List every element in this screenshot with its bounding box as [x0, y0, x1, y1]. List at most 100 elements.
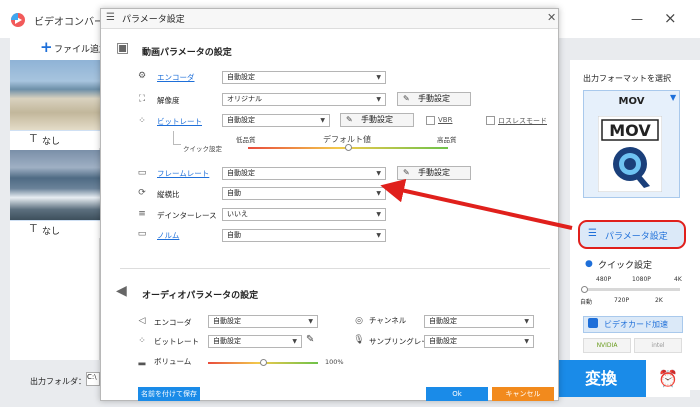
- cancel-button[interactable]: キャンセル: [492, 387, 554, 401]
- quick-setting-label: クイック設定: [598, 261, 653, 271]
- pencil-icon: ✎: [403, 94, 410, 103]
- subtitle-row[interactable]: T なし: [10, 130, 100, 148]
- close-icon[interactable]: ×: [664, 9, 677, 27]
- chevron-down-icon: ▼: [376, 211, 381, 218]
- low-quality-label: 低品質: [236, 136, 256, 144]
- volume-thumb[interactable]: [259, 359, 267, 366]
- quick-setting-thumb[interactable]: [581, 286, 588, 293]
- audio-bitrate-label: ビットレート: [154, 337, 199, 346]
- chevron-down-icon: ▼: [524, 318, 529, 325]
- text-icon: T: [30, 132, 37, 145]
- monitor-icon: ▭: [137, 229, 147, 239]
- ok-button[interactable]: Ok: [426, 387, 488, 401]
- video-encoder-select[interactable]: 自動設定 ▼: [222, 71, 386, 84]
- lossless-checkbox[interactable]: [486, 116, 495, 125]
- chevron-down-icon: ▼: [376, 170, 381, 177]
- quick-tick: 720P: [614, 297, 630, 304]
- parameter-settings-label: パラメータ設定: [605, 232, 668, 242]
- section-divider: [120, 268, 550, 269]
- chevron-down-icon: ▼: [292, 338, 297, 345]
- pencil-icon[interactable]: ✎: [306, 334, 314, 345]
- vbr-label[interactable]: VBR: [438, 116, 452, 124]
- norm-label[interactable]: ノルム: [157, 230, 179, 241]
- bitrate-manual-button[interactable]: ✎ 手動設定: [340, 113, 414, 127]
- minimize-icon[interactable]: —: [631, 12, 643, 26]
- dialog-close-icon[interactable]: ✕: [547, 11, 556, 24]
- volume-icon: ▂: [138, 356, 146, 366]
- quick-tick: 自動: [580, 299, 593, 306]
- framerate-icon: ▭: [137, 168, 147, 178]
- sliders-icon: ☰: [588, 228, 597, 239]
- aspect-ratio-icon: ⟳: [138, 188, 146, 198]
- aspect-ratio-select[interactable]: 自動 ▼: [222, 187, 386, 200]
- deinterlace-select[interactable]: いいえ ▼: [222, 208, 386, 221]
- video-thumbnail[interactable]: [10, 60, 100, 130]
- deinterlace-label: デインターレース: [157, 211, 217, 220]
- mov-icon-text: MOV: [609, 121, 651, 140]
- plus-icon[interactable]: +: [40, 38, 53, 56]
- framerate-select[interactable]: 自動設定 ▼: [222, 167, 386, 180]
- video-thumbnail[interactable]: [10, 150, 100, 220]
- channel-icon: ◎: [355, 316, 363, 326]
- gpu-icon: [588, 318, 598, 328]
- app-title: ビデオコンバー: [34, 17, 104, 28]
- encoder-icon: ⚙: [137, 71, 147, 81]
- resolution-manual-button[interactable]: ✎ 手動設定: [397, 92, 471, 106]
- chevron-down-icon[interactable]: ▼: [670, 93, 676, 102]
- intel-logo: intel: [634, 338, 682, 353]
- channel-select[interactable]: 自動設定 ▼: [424, 315, 534, 328]
- lossless-label[interactable]: ロスレスモード: [498, 116, 547, 126]
- save-as-button[interactable]: 名前を付けて保存: [138, 387, 200, 401]
- format-name: MOV: [618, 96, 645, 107]
- output-folder-input[interactable]: C:\: [86, 372, 100, 386]
- quick-tick: 480P: [596, 276, 612, 283]
- tree-connector: [173, 131, 181, 145]
- resolution-select[interactable]: オリジナル ▼: [222, 93, 386, 106]
- nvidia-logo: NVIDIA: [583, 338, 631, 353]
- audio-bitrate-icon: ⁘: [138, 336, 146, 346]
- chevron-down-icon: ▼: [376, 190, 381, 197]
- resolution-icon: ⛶: [138, 94, 146, 104]
- dialog-title: パラメータ設定: [122, 15, 185, 25]
- deinterlace-icon: ≡: [138, 209, 146, 219]
- mov-format-icon: MOV: [598, 116, 662, 192]
- audio-bitrate-select[interactable]: 自動設定 ▼: [208, 335, 302, 348]
- output-folder-label: 出力フォルダ：: [30, 377, 86, 386]
- video-bitrate-label[interactable]: ビットレート: [157, 116, 202, 127]
- convert-button[interactable]: 変換: [556, 360, 646, 397]
- video-settings-icon: ▣: [116, 40, 130, 56]
- chevron-down-icon: ▼: [524, 338, 529, 345]
- video-section-title: 動画パラメータの設定: [142, 48, 232, 58]
- norm-select[interactable]: 自動 ▼: [222, 229, 386, 242]
- bitrate-icon: ⁘: [138, 116, 146, 126]
- chevron-down-icon: ▼: [376, 232, 381, 239]
- vbr-checkbox[interactable]: [426, 116, 435, 125]
- chevron-down-icon: ▼: [376, 96, 381, 103]
- subtitle-label: なし: [42, 227, 61, 237]
- quick-setting-slider[interactable]: [584, 288, 680, 291]
- pencil-icon: ✎: [346, 115, 353, 124]
- audio-settings-icon: ◀: [116, 283, 127, 299]
- video-quality-thumb[interactable]: [344, 144, 352, 151]
- subtitle-label: なし: [42, 137, 61, 147]
- video-bitrate-select[interactable]: 自動設定 ▼: [222, 114, 330, 127]
- samplerate-select[interactable]: 自動設定 ▼: [424, 335, 534, 348]
- volume-value: 100%: [325, 358, 344, 366]
- channel-label: チャンネル: [369, 316, 407, 325]
- alarm-clock-icon[interactable]: ⏰: [646, 360, 690, 397]
- framerate-label[interactable]: フレームレート: [157, 168, 209, 179]
- framerate-manual-button[interactable]: ✎ 手動設定: [397, 166, 471, 180]
- text-icon: T: [30, 222, 37, 235]
- output-format-label: 出力フォーマットを選択: [583, 74, 671, 83]
- app-logo-icon: [11, 13, 25, 27]
- audio-encoder-label: エンコーダ: [154, 318, 192, 327]
- speaker-icon: ◁: [138, 316, 146, 326]
- microphone-icon: 🎙: [353, 335, 365, 345]
- sliders-icon: ☰: [106, 12, 115, 23]
- subtitle-row[interactable]: T なし: [10, 220, 100, 238]
- chevron-down-icon: ▼: [320, 117, 325, 124]
- video-encoder-label[interactable]: エンコーダ: [157, 72, 195, 83]
- resolution-label: 解像度: [157, 96, 180, 105]
- audio-encoder-select[interactable]: 自動設定 ▼: [208, 315, 318, 328]
- chevron-down-icon: ▼: [308, 318, 313, 325]
